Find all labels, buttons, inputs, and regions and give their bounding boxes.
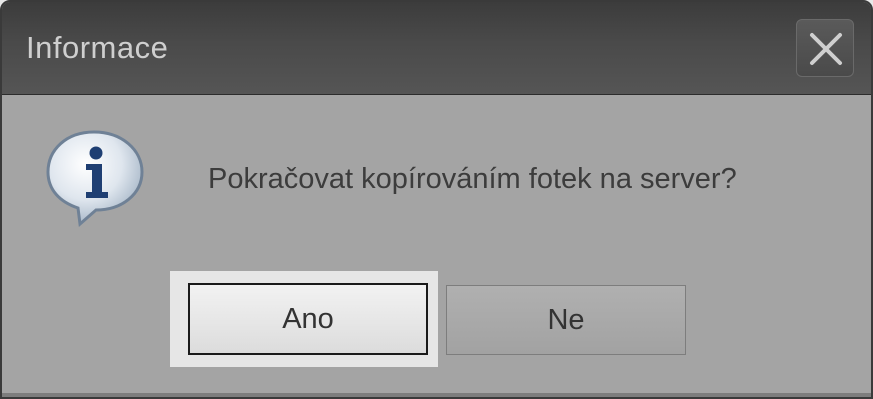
no-button-label: Ne: [547, 303, 585, 336]
dialog-window: Informace Pokračovat kopírováním fotek n…: [0, 0, 873, 399]
no-button[interactable]: Ne: [446, 285, 686, 355]
title-bar[interactable]: Informace: [2, 2, 871, 95]
yes-button-label: Ano: [282, 302, 334, 335]
dialog-title: Informace: [26, 30, 169, 65]
message-text: Pokračovat kopírováním fotek na server?: [208, 163, 737, 195]
info-icon: [46, 130, 144, 227]
dialog-body: Pokračovat kopírováním fotek na server? …: [2, 95, 871, 393]
close-button[interactable]: [796, 19, 854, 77]
close-icon: [810, 33, 842, 65]
yes-button[interactable]: Ano: [188, 283, 428, 355]
dialog-bottom-border: [2, 393, 871, 397]
